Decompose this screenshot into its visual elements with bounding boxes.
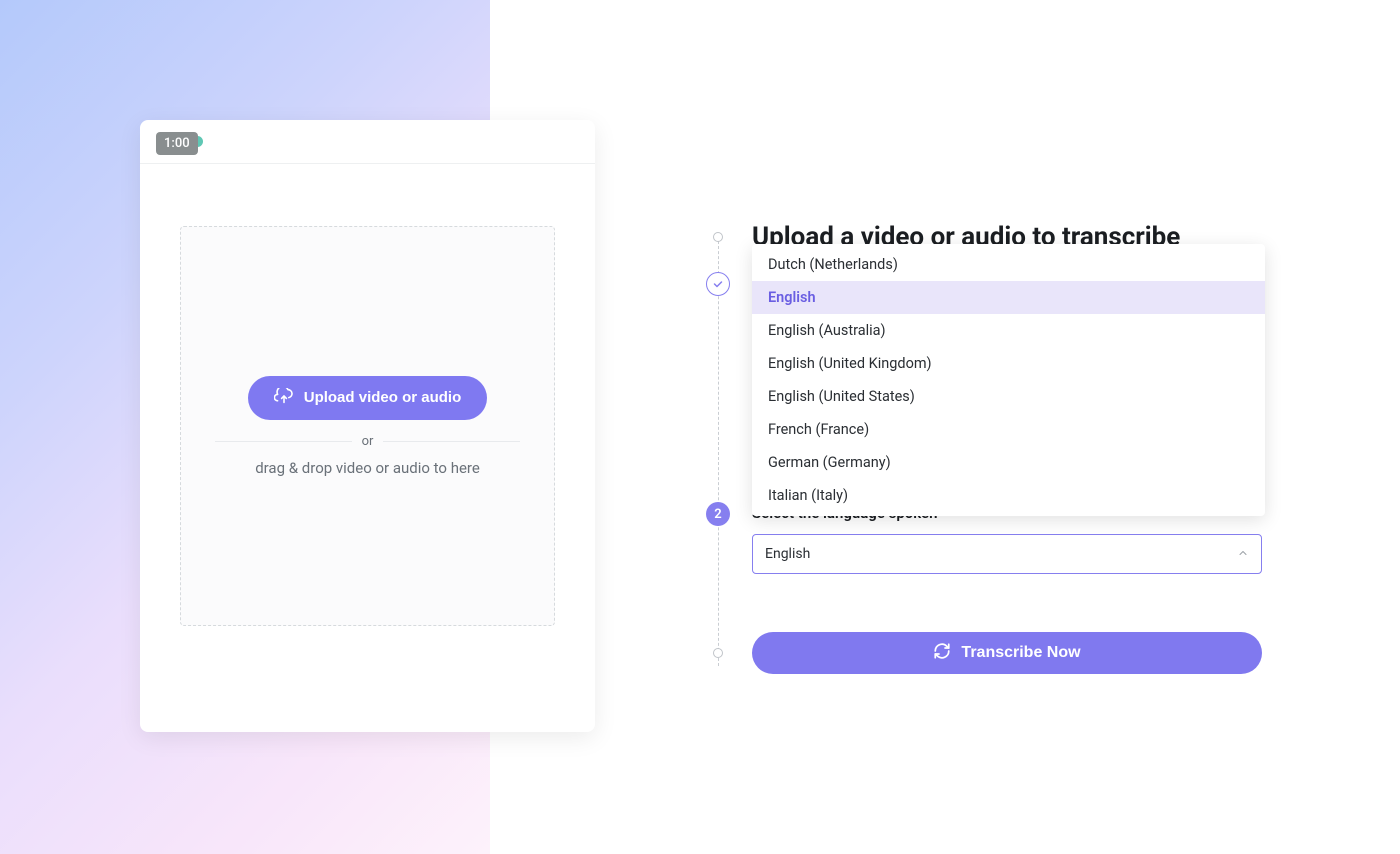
window-titlebar: 1:00 xyxy=(140,120,595,164)
transcribe-button[interactable]: Transcribe Now xyxy=(752,632,1262,674)
language-select-value: English xyxy=(765,546,1237,562)
language-option[interactable]: Dutch (Netherlands) xyxy=(752,248,1265,281)
language-option[interactable]: English xyxy=(752,281,1265,314)
transcribe-button-label: Transcribe Now xyxy=(961,644,1080,662)
step-timeline xyxy=(718,236,719,666)
app-window: 1:00 Upload video or audio or drag & dro… xyxy=(140,120,595,732)
language-option[interactable]: Italian (Italy) xyxy=(752,479,1265,512)
language-select[interactable]: English xyxy=(752,534,1262,574)
upload-button-label: Upload video or audio xyxy=(304,389,462,406)
language-option[interactable]: French (France) xyxy=(752,413,1265,446)
chevron-up-icon xyxy=(1237,547,1249,562)
upload-dropzone[interactable]: Upload video or audio or drag & drop vid… xyxy=(180,226,555,626)
drag-drop-hint: drag & drop video or audio to here xyxy=(255,459,480,477)
refresh-icon xyxy=(933,642,951,665)
cloud-upload-icon xyxy=(274,388,294,408)
timer-badge: 1:00 xyxy=(156,132,198,155)
step2-node: 2 xyxy=(706,502,730,526)
language-option[interactable]: English (United Kingdom) xyxy=(752,347,1265,380)
or-divider: or xyxy=(215,434,521,449)
language-option[interactable]: English (Australia) xyxy=(752,314,1265,347)
upload-button[interactable]: Upload video or audio xyxy=(248,376,488,420)
or-text: or xyxy=(352,434,384,449)
language-option[interactable]: German (Germany) xyxy=(752,446,1265,479)
step1-node xyxy=(713,232,723,242)
language-dropdown: Dutch (Netherlands) English English (Aus… xyxy=(752,244,1265,516)
step1-check-icon xyxy=(706,272,730,296)
language-option[interactable]: English (United States) xyxy=(752,380,1265,413)
step3-node xyxy=(713,648,723,658)
